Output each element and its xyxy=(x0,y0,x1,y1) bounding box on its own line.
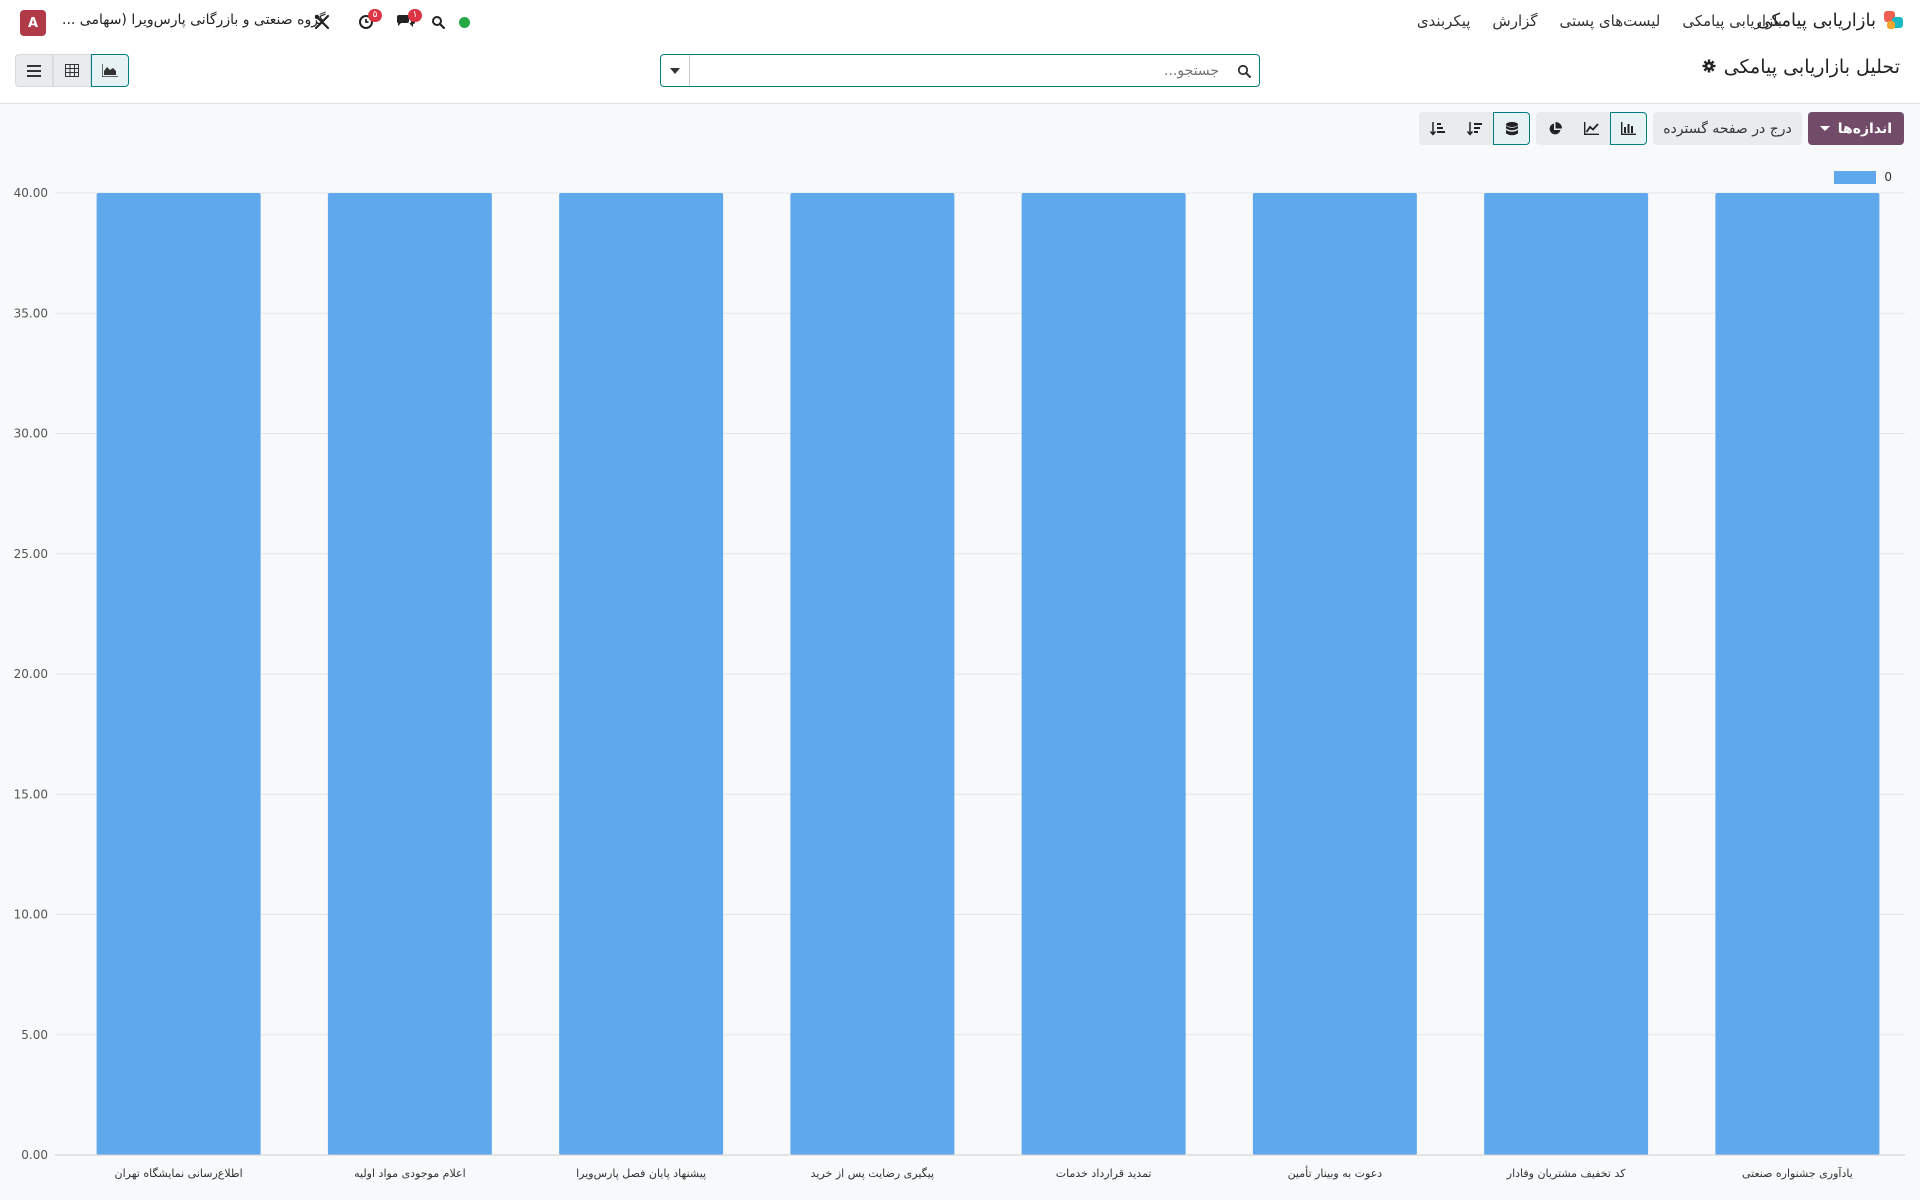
list-icon xyxy=(27,64,41,77)
area-chart-icon xyxy=(102,64,118,77)
chart-type-group xyxy=(1536,112,1648,145)
bar-chart: 0.00 5.00 10.00 15.00 20.00 25.00 30.00 35.00 40… xyxy=(14,186,1905,1180)
search-input[interactable] xyxy=(690,55,1229,86)
activity-badge: ۵ xyxy=(368,9,382,22)
chart-bar[interactable] xyxy=(1252,193,1417,1155)
caret-down-icon xyxy=(670,67,680,74)
pivot-view-button[interactable] xyxy=(53,54,91,87)
menu-sms-marketing[interactable]: بازاریابی پیامکی xyxy=(1682,12,1782,30)
chat-icon[interactable]: ۱ xyxy=(396,9,422,32)
x-tick-label: تمدید قرارداد خدمات xyxy=(1056,1167,1152,1180)
measures-dropdown[interactable]: اندازه‌ها xyxy=(1807,112,1904,145)
stacked-button[interactable] xyxy=(1493,112,1531,145)
user-avatar[interactable]: A xyxy=(20,10,46,36)
list-view-button[interactable] xyxy=(15,54,53,87)
graph-view-button[interactable] xyxy=(91,54,129,87)
database-icon xyxy=(1505,121,1518,135)
search-icon[interactable] xyxy=(428,12,448,32)
line-chart-icon xyxy=(1584,122,1600,135)
table-icon xyxy=(65,64,79,77)
x-tick-label: دعوت به وبینار تأمین xyxy=(1288,1165,1383,1180)
view-switcher xyxy=(15,54,129,87)
search-bar xyxy=(660,54,1260,87)
page-title: تحلیل بازاریابی پیامکی xyxy=(1723,56,1900,78)
y-tick-label: 10.00 xyxy=(14,908,48,922)
y-tick-label: 20.00 xyxy=(14,667,48,681)
presence-dot xyxy=(459,17,470,28)
graph-toolbar: اندازه‌ها درج در صفحه گسترده xyxy=(1419,112,1904,145)
menu-configuration[interactable]: پیکربندی xyxy=(1417,12,1471,30)
chart-bar[interactable] xyxy=(559,193,724,1155)
bar-chart-area: 0.00 5.00 10.00 15.00 20.00 25.00 30.00 35.00 40… xyxy=(0,160,1920,1200)
sort-descending-button[interactable] xyxy=(1456,112,1494,145)
pie-chart-button[interactable] xyxy=(1536,112,1574,145)
chart-bar[interactable] xyxy=(790,193,955,1155)
chart-bar[interactable] xyxy=(1021,193,1186,1155)
x-tick-label: کد تخفیف مشتریان وفادار xyxy=(1506,1167,1626,1180)
menu-mailing-lists[interactable]: لیست‌های پستی xyxy=(1560,12,1661,30)
company-switcher[interactable]: گروه صنعتی و بازرگانی پارس‌ویرا (سهامی .… xyxy=(62,12,326,28)
y-tick-label: 0.00 xyxy=(21,1148,48,1162)
bar-chart-button[interactable] xyxy=(1610,112,1648,145)
messages-badge: ۱ xyxy=(408,9,422,22)
search-field-icon xyxy=(1229,55,1259,86)
pie-chart-icon xyxy=(1549,121,1562,134)
chart-bar[interactable] xyxy=(1484,193,1649,1155)
sort-descending-icon xyxy=(1467,121,1483,136)
tools-icon[interactable] xyxy=(312,12,332,32)
chart-bar[interactable] xyxy=(327,193,492,1155)
control-panel: تحلیل بازاریابی پیامکی xyxy=(0,44,1920,104)
x-tick-label: یادآوری جشنواره صنعتی xyxy=(1742,1166,1853,1180)
chart-options-group xyxy=(1419,112,1531,145)
measures-label: اندازه‌ها xyxy=(1837,120,1892,137)
y-tick-label: 35.00 xyxy=(14,306,48,320)
x-tick-label: اعلام موجودی مواد اولیه xyxy=(354,1167,466,1180)
y-tick-label: 25.00 xyxy=(14,547,48,561)
insert-in-spreadsheet-button[interactable]: درج در صفحه گسترده xyxy=(1653,112,1802,145)
bar-chart-icon xyxy=(1621,122,1637,135)
gear-icon[interactable] xyxy=(1702,56,1716,78)
y-tick-label: 5.00 xyxy=(21,1028,48,1042)
main-menu: بازاریابی پیامکی لیست‌های پستی گزارش پیک… xyxy=(1417,12,1794,30)
y-tick-label: 40.00 xyxy=(14,186,48,200)
clock-icon[interactable]: ۵ xyxy=(356,9,382,32)
top-navbar: بازاریابی پیامکی بازاریابی پیامکی لیست‌ه… xyxy=(0,0,1920,44)
line-chart-button[interactable] xyxy=(1573,112,1611,145)
breadcrumb: تحلیل بازاریابی پیامکی xyxy=(1702,56,1900,78)
caret-down-icon xyxy=(1819,126,1830,131)
menu-reporting[interactable]: گزارش xyxy=(1492,12,1537,30)
x-tick-label: پیگیری رضایت پس از خرید xyxy=(811,1167,934,1180)
chart-bar[interactable] xyxy=(96,193,261,1155)
x-tick-label: اطلاع‌رسانی نمایشگاه تهران xyxy=(115,1167,243,1180)
search-options-toggle[interactable] xyxy=(661,55,690,86)
sort-ascending-button[interactable] xyxy=(1419,112,1457,145)
app-logo-icon xyxy=(1884,9,1906,31)
y-tick-label: 30.00 xyxy=(14,427,48,441)
y-tick-label: 15.00 xyxy=(14,787,48,801)
chart-bar[interactable] xyxy=(1715,193,1880,1155)
sort-ascending-icon xyxy=(1430,121,1446,136)
x-tick-label: پیشنهاد پایان فصل پارس‌ویرا xyxy=(576,1167,706,1180)
